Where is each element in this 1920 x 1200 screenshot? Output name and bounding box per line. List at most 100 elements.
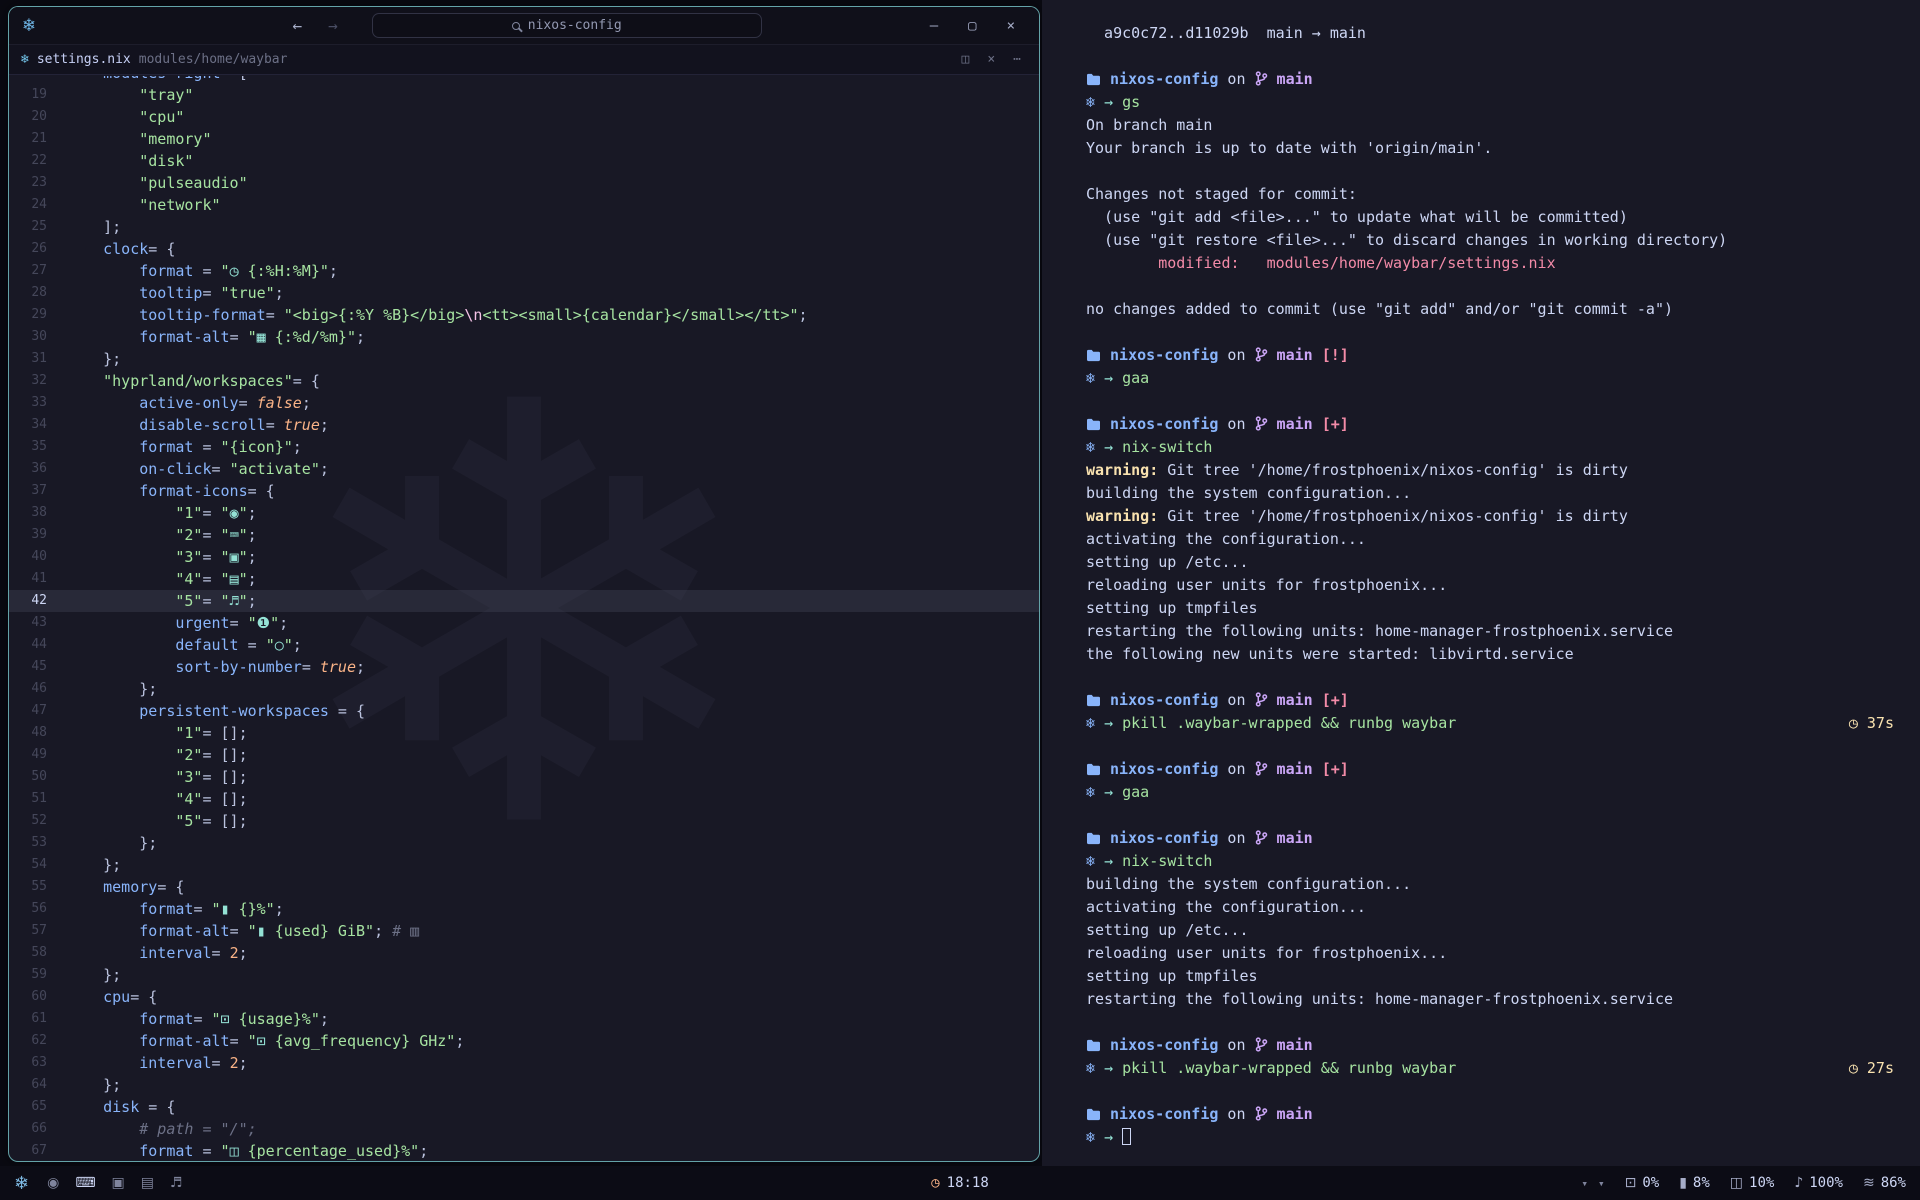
tray-item-icon[interactable]: ▾ [1581, 1177, 1588, 1190]
code-line[interactable]: 49 "2"= []; [9, 744, 1039, 766]
code-line[interactable]: 39 "2"= "⌨"; [9, 524, 1039, 546]
code-editor[interactable]: ❄ 18 modules-right= [19 "tray"20 "cpu"21… [9, 76, 1039, 1161]
code-line[interactable]: 46 }; [9, 678, 1039, 700]
code-line[interactable]: 28 tooltip= "true"; [9, 282, 1039, 304]
volume-module[interactable]: ♪100% [1794, 1175, 1843, 1191]
tab-settings-nix[interactable]: settings.nix [37, 52, 131, 67]
terminal-line: building the system configuration... [1086, 482, 1894, 505]
code-line[interactable]: 18 modules-right= [ [9, 76, 1039, 84]
close-tab-icon[interactable]: × [987, 52, 995, 67]
tray-item-icon[interactable]: ▾ [1598, 1177, 1605, 1190]
code-line[interactable]: 63 interval= 2; [9, 1052, 1039, 1074]
code-line[interactable]: 67 format = "◫ {percentage_used}%"; [9, 1140, 1039, 1161]
line-number: 59 [9, 964, 67, 986]
code-line[interactable]: 40 "3"= "▣"; [9, 546, 1039, 568]
code-line[interactable]: 50 "3"= []; [9, 766, 1039, 788]
code-line[interactable]: 19 "tray" [9, 84, 1039, 106]
line-number: 64 [9, 1074, 67, 1096]
code-text: interval= 2; [67, 1052, 248, 1074]
code-line[interactable]: 52 "5"= []; [9, 810, 1039, 832]
code-line[interactable]: 60 cpu= { [9, 986, 1039, 1008]
code-line[interactable]: 31 }; [9, 348, 1039, 370]
split-pane-icon[interactable]: ◫ [962, 52, 970, 67]
code-line[interactable]: 33 active-only= false; [9, 392, 1039, 414]
code-line[interactable]: 65 disk = { [9, 1096, 1039, 1118]
line-number: 42 [9, 590, 67, 612]
code-text: tooltip-format= "<big>{:%Y %B}</big>\n<t… [67, 304, 808, 326]
code-line[interactable]: 54 }; [9, 854, 1039, 876]
back-icon[interactable]: ← [292, 16, 302, 35]
cpu-module[interactable]: ⊡0% [1625, 1175, 1660, 1191]
code-text: format-alt= "▮ {used} GiB"; # ▥ [67, 920, 419, 942]
more-options-icon[interactable]: ⋯ [1013, 52, 1021, 67]
code-text: "5"= "♬"; [67, 590, 257, 612]
code-line[interactable]: 43 urgent= "❶"; [9, 612, 1039, 634]
code-line[interactable]: 25 ]; [9, 216, 1039, 238]
code-line[interactable]: 66 # path = "/"; [9, 1118, 1039, 1140]
code-line[interactable]: 24 "network" [9, 194, 1039, 216]
code-line[interactable]: 42 "5"= "♬"; [9, 590, 1039, 612]
code-line[interactable]: 32 "hyprland/workspaces"= { [9, 370, 1039, 392]
code-line[interactable]: 47 persistent-workspaces = { [9, 700, 1039, 722]
volume-icon: ♪ [1794, 1175, 1803, 1191]
disk-module[interactable]: ◫10% [1730, 1175, 1775, 1191]
code-text: }; [67, 854, 121, 876]
code-line[interactable]: 48 "1"= []; [9, 722, 1039, 744]
line-number: 24 [9, 194, 67, 216]
code-line[interactable]: 51 "4"= []; [9, 788, 1039, 810]
nix-logo-icon: ❄ [23, 16, 34, 35]
terminal-line: nixos-config on main [1086, 827, 1894, 850]
workspace-icon-5[interactable]: ♬ [170, 1175, 183, 1191]
terminal-line: nixos-config on main [!] [1086, 344, 1894, 367]
clock-icon: ◷ [931, 1175, 939, 1191]
close-button[interactable]: × [1007, 18, 1015, 34]
code-line[interactable]: 20 "cpu" [9, 106, 1039, 128]
clock[interactable]: ◷ 18:18 [931, 1175, 989, 1191]
code-line[interactable]: 59 }; [9, 964, 1039, 986]
code-line[interactable]: 36 on-click= "activate"; [9, 458, 1039, 480]
code-line[interactable]: 22 "disk" [9, 150, 1039, 172]
project-search[interactable]: nixos-config [372, 13, 762, 38]
code-text: default = "○"; [67, 634, 302, 656]
workspace-icon-1[interactable]: ◉ [47, 1175, 59, 1191]
code-line[interactable]: 64 }; [9, 1074, 1039, 1096]
nixos-menu-icon[interactable]: ❄ [14, 1173, 29, 1194]
code-line[interactable]: 37 format-icons= { [9, 480, 1039, 502]
code-line[interactable]: 35 format = "{icon}"; [9, 436, 1039, 458]
code-line[interactable]: 58 interval= 2; [9, 942, 1039, 964]
code-line[interactable]: 30 format-alt= "▦ {:%d/%m}"; [9, 326, 1039, 348]
code-line[interactable]: 23 "pulseaudio" [9, 172, 1039, 194]
code-line[interactable]: 27 format = "◷ {:%H:%M}"; [9, 260, 1039, 282]
code-line[interactable]: 56 format= "▮ {}%"; [9, 898, 1039, 920]
line-number: 54 [9, 854, 67, 876]
memory-module[interactable]: ▮8% [1679, 1175, 1710, 1191]
terminal[interactable]: a9c0c72..d11029b main → main nixos-confi… [1042, 0, 1920, 1166]
workspace-icon-4[interactable]: ▤ [141, 1175, 154, 1191]
code-text: format = "◷ {:%H:%M}"; [67, 260, 338, 282]
code-line[interactable]: 29 tooltip-format= "<big>{:%Y %B}</big>\… [9, 304, 1039, 326]
minimize-button[interactable]: — [930, 18, 938, 34]
code-text: "tray" [67, 84, 193, 106]
code-line[interactable]: 26 clock= { [9, 238, 1039, 260]
code-line[interactable]: 55 memory= { [9, 876, 1039, 898]
folder-icon [1086, 415, 1101, 438]
code-line[interactable]: 45 sort-by-number= true; [9, 656, 1039, 678]
code-line[interactable]: 62 format-alt= "⊡ {avg_frequency} GHz"; [9, 1030, 1039, 1052]
code-line[interactable]: 38 "1"= "◉"; [9, 502, 1039, 524]
disk-value: 10% [1749, 1175, 1774, 1191]
desktop: ❄ ← → nixos-config — ▢ × ❄ settings.nix … [0, 0, 1920, 1200]
network-module[interactable]: ≋86% [1863, 1175, 1906, 1191]
forward-icon[interactable]: → [328, 16, 338, 35]
code-line[interactable]: 44 default = "○"; [9, 634, 1039, 656]
code-line[interactable]: 41 "4"= "▤"; [9, 568, 1039, 590]
code-line[interactable]: 61 format= "⊡ {usage}%"; [9, 1008, 1039, 1030]
code-line[interactable]: 53 }; [9, 832, 1039, 854]
workspace-icon-3[interactable]: ▣ [112, 1175, 125, 1191]
terminal-line: (use "git add <file>..." to update what … [1086, 206, 1894, 229]
code-line[interactable]: 21 "memory" [9, 128, 1039, 150]
terminal-line: setting up tmpfiles [1086, 965, 1894, 988]
code-line[interactable]: 34 disable-scroll= true; [9, 414, 1039, 436]
code-line[interactable]: 57 format-alt= "▮ {used} GiB"; # ▥ [9, 920, 1039, 942]
maximize-button[interactable]: ▢ [968, 18, 976, 34]
workspace-icon-2[interactable]: ⌨ [75, 1175, 95, 1191]
